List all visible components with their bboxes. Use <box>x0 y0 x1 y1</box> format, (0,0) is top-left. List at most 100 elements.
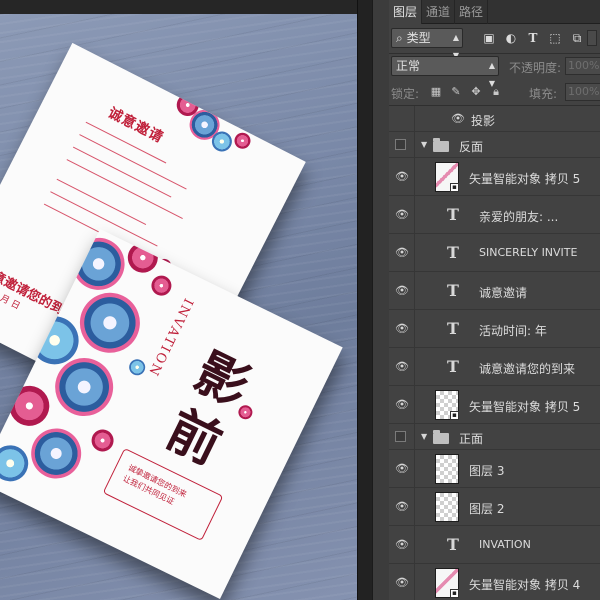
layer-row[interactable]: 👁︎ T INVATION <box>389 526 600 564</box>
eye-icon[interactable]: 👁︎ <box>395 323 409 334</box>
layer-thumbnail: ▪ <box>435 568 459 598</box>
eye-icon[interactable]: 👁︎ <box>395 577 409 588</box>
smart-object-icon: ▪ <box>450 411 459 420</box>
eye-icon[interactable]: 👁︎ <box>395 209 409 220</box>
filter-shape-icon[interactable]: ⬚ <box>547 30 563 46</box>
fill-label: 填充: <box>529 87 558 101</box>
visibility-toggle[interactable] <box>395 139 406 150</box>
tab-paths[interactable]: 路径 <box>455 0 489 24</box>
chevron-down-icon[interactable]: ▼ <box>421 432 427 441</box>
folder-icon <box>433 430 449 444</box>
visibility-column <box>389 424 415 449</box>
layer-effect-row[interactable]: 👁︎ 投影 <box>389 106 600 132</box>
filter-pixel-icon[interactable]: ▣ <box>481 30 497 46</box>
visibility-column: 👁︎ <box>389 526 415 563</box>
visibility-column <box>389 132 415 157</box>
text-layer-icon: T <box>447 319 459 338</box>
layer-thumbnail: ▪ <box>435 162 459 192</box>
eye-icon[interactable]: 👁︎ <box>395 247 409 258</box>
layer-group-row[interactable]: ▼ 正面 <box>389 424 600 450</box>
visibility-column: 👁︎ <box>389 386 415 423</box>
eye-icon[interactable]: 👁︎ <box>395 361 409 372</box>
layer-row[interactable]: 👁︎ ▪ 矢量智能对象 拷贝 4 <box>389 564 600 600</box>
eye-icon[interactable]: 👁︎ <box>395 399 409 410</box>
lock-label: 锁定: <box>391 87 420 101</box>
eye-icon[interactable]: 👁︎ <box>395 285 409 296</box>
folder-icon <box>433 138 449 152</box>
layer-name: 反面 <box>459 140 484 154</box>
layer-thumbnail <box>435 492 459 522</box>
text-layer-icon: T <box>447 243 459 262</box>
visibility-column: 👁︎ <box>389 196 415 233</box>
layer-filter-row: ⌕ 类型 ▲▼ ▣ ◐ T ⬚ ⧉ <box>389 24 600 60</box>
visibility-column: 👁︎ <box>389 158 415 195</box>
text-layer-icon: T <box>447 535 459 554</box>
filter-kind-label: 类型 <box>406 31 431 45</box>
layer-name: INVATION <box>479 538 531 551</box>
flower-decoration <box>148 272 175 300</box>
visibility-column: 👁︎ <box>389 310 415 347</box>
layer-row[interactable]: 👁︎ T 诚意邀请您的到来 <box>389 348 600 386</box>
visibility-column <box>389 106 415 131</box>
visibility-column: 👁︎ <box>389 272 415 309</box>
layer-row[interactable]: 👁︎ T 诚意邀请 <box>389 272 600 310</box>
lock-move-icon[interactable]: ✥ <box>469 85 483 99</box>
lock-all-icon[interactable]: 🔒︎ <box>489 85 503 99</box>
opacity-label: 不透明度: <box>509 61 562 75</box>
document-canvas[interactable]: 诚意邀请 诚意邀请您的到来 年 月 日 INVATION <box>0 14 357 600</box>
panel-tabs: 图层 通道 路径 <box>389 0 600 24</box>
filter-type-icon[interactable]: T <box>525 30 541 46</box>
layers-panel: 图层 通道 路径 ⌕ 类型 ▲▼ ▣ ◐ T ⬚ ⧉ 正常 ▲▼ 不透明度: 1… <box>372 0 600 600</box>
visibility-column: 👁︎ <box>389 488 415 525</box>
opacity-input[interactable]: 100% <box>565 57 600 75</box>
eye-icon[interactable]: 👁︎ <box>395 463 409 474</box>
eye-icon[interactable]: 👁︎ <box>451 113 465 124</box>
flower-decoration <box>22 420 90 487</box>
effect-name: 投影 <box>471 114 496 128</box>
filter-kind-dropdown[interactable]: ⌕ 类型 ▲▼ <box>391 28 463 60</box>
flower-decoration <box>126 356 148 378</box>
layer-row[interactable]: 👁︎ ▪ 矢量智能对象 拷贝 5 <box>389 158 600 196</box>
layer-group-row[interactable]: ▼ 反面 <box>389 132 600 158</box>
text-layer-icon: T <box>447 357 459 376</box>
layer-name: 诚意邀请 <box>479 286 528 300</box>
blend-mode-dropdown[interactable]: 正常 ▲ ▼ <box>391 56 499 88</box>
lock-row: 锁定: ▦ ✎ ✥ 🔒︎ 填充: 100% <box>389 78 600 106</box>
tab-channels[interactable]: 通道 <box>422 0 456 24</box>
layer-row[interactable]: 👁︎ 图层 3 <box>389 450 600 488</box>
layer-row[interactable]: 👁︎ T 活动时间: 年 <box>389 310 600 348</box>
back-card-title: 诚意邀请 <box>105 104 167 147</box>
visibility-column: 👁︎ <box>389 450 415 487</box>
text-layer-icon: T <box>447 281 459 300</box>
visibility-column: 👁︎ <box>389 564 415 600</box>
text-layer-icon: T <box>447 205 459 224</box>
eye-icon[interactable]: 👁︎ <box>395 539 409 550</box>
fill-input[interactable]: 100% <box>565 83 600 101</box>
layer-name: 矢量智能对象 拷贝 4 <box>469 578 581 592</box>
smart-object-icon: ▪ <box>450 589 459 598</box>
visibility-column: 👁︎ <box>389 348 415 385</box>
filter-toggle-switch[interactable] <box>587 30 597 46</box>
lock-transparency-icon[interactable]: ▦ <box>429 85 443 99</box>
filter-adjustment-icon[interactable]: ◐ <box>503 30 519 46</box>
blend-row: 正常 ▲ ▼ 不透明度: 100% <box>389 54 600 88</box>
eye-icon[interactable]: 👁︎ <box>395 501 409 512</box>
filter-smart-object-icon[interactable]: ⧉ <box>569 30 585 46</box>
layer-row[interactable]: 👁︎ T SINCERELY INVITE <box>389 234 600 272</box>
canvas-area: 诚意邀请 诚意邀请您的到来 年 月 日 INVATION <box>0 0 372 600</box>
tab-layers[interactable]: 图层 <box>389 0 423 24</box>
layer-name: 亲爱的朋友: ... <box>479 210 559 224</box>
search-icon: ⌕ <box>396 31 403 45</box>
layer-name: 正面 <box>459 432 484 446</box>
lock-brush-icon[interactable]: ✎ <box>449 85 463 99</box>
visibility-toggle[interactable] <box>395 431 406 442</box>
layer-name: 矢量智能对象 拷贝 5 <box>469 172 581 186</box>
panel-dock-strip <box>373 0 389 600</box>
flower-decoration <box>0 439 35 488</box>
layer-row[interactable]: 👁︎ ▪ 矢量智能对象 拷贝 5 <box>389 386 600 424</box>
layer-row[interactable]: 👁︎ 图层 2 <box>389 488 600 526</box>
layer-row[interactable]: 👁︎ T 亲爱的朋友: ... <box>389 196 600 234</box>
smart-object-icon: ▪ <box>450 183 459 192</box>
eye-icon[interactable]: 👁︎ <box>395 171 409 182</box>
chevron-down-icon[interactable]: ▼ <box>421 140 427 149</box>
